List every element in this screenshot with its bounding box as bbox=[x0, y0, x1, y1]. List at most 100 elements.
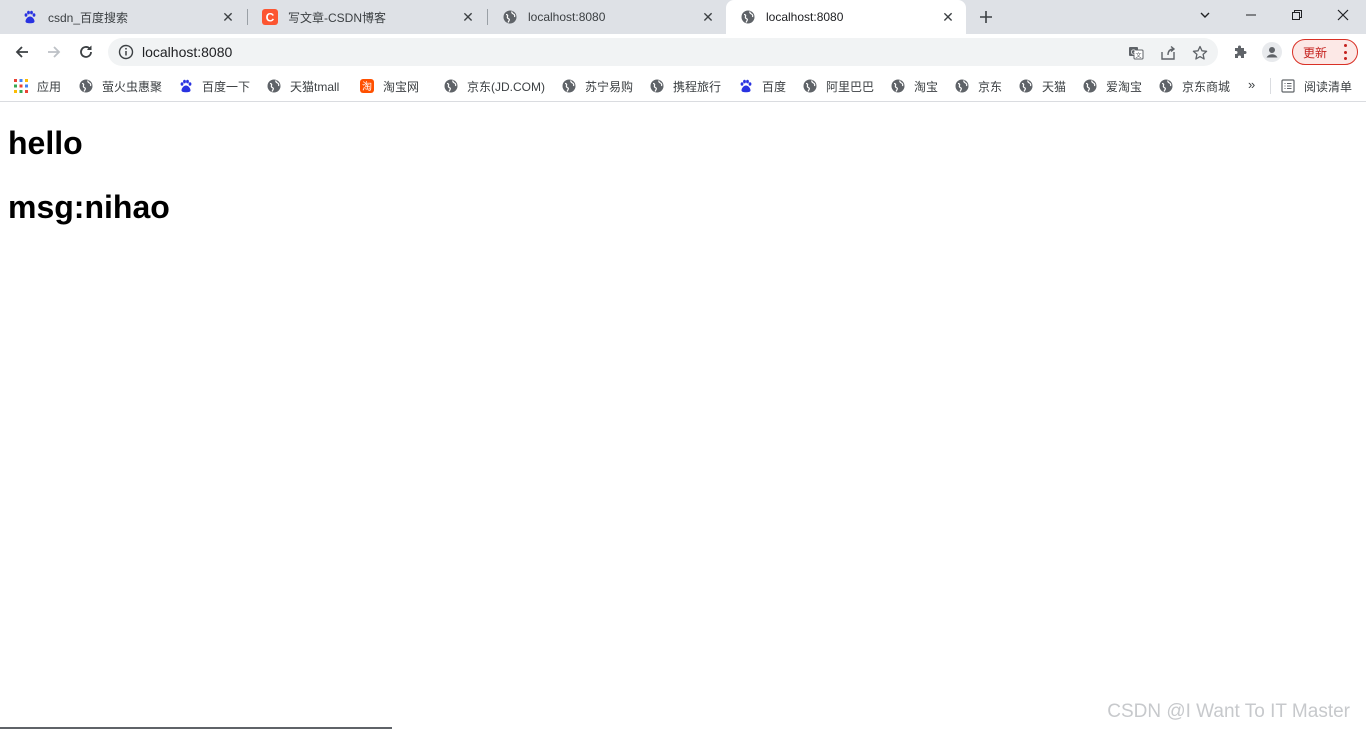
globe-icon bbox=[562, 79, 576, 93]
bookmark-label: 苏宁易购 bbox=[585, 79, 634, 94]
forward-button[interactable] bbox=[40, 38, 68, 66]
tab-strip: csdn_百度搜索 ✕ C 写文章-CSDN博客 ✕ localhost:808… bbox=[0, 0, 1366, 34]
minimize-icon bbox=[1246, 14, 1256, 16]
bookmarks-divider bbox=[1270, 78, 1271, 94]
close-tab-icon[interactable]: ✕ bbox=[460, 9, 476, 25]
bookmark-label: 应用 bbox=[37, 79, 62, 94]
globe-icon bbox=[502, 9, 518, 25]
bookmark-label: 京东商城 bbox=[1182, 79, 1231, 94]
address-bar[interactable]: localhost:8080 G文 bbox=[108, 38, 1218, 66]
globe-icon bbox=[1019, 79, 1033, 93]
minimize-button[interactable] bbox=[1228, 0, 1274, 30]
tab-title: localhost:8080 bbox=[766, 10, 844, 24]
bookmark-item[interactable]: 携程旅行 bbox=[650, 77, 721, 95]
bookmark-item[interactable]: 京东商城 bbox=[1159, 77, 1230, 95]
profile-avatar-icon[interactable] bbox=[1262, 42, 1282, 62]
globe-icon bbox=[1159, 79, 1173, 93]
bookmark-label: 百度一下 bbox=[202, 79, 251, 94]
restore-button[interactable] bbox=[1274, 0, 1320, 30]
site-info-icon[interactable] bbox=[118, 44, 134, 60]
csdn-logo-icon: C bbox=[262, 9, 278, 25]
bookmark-item[interactable]: 天猫tmall bbox=[267, 77, 339, 95]
bookmark-label: 阿里巴巴 bbox=[826, 79, 875, 94]
close-tab-icon[interactable]: ✕ bbox=[940, 9, 956, 25]
reload-icon bbox=[80, 45, 92, 58]
globe-icon bbox=[267, 79, 281, 93]
globe-icon bbox=[444, 79, 458, 93]
bookmarks-bar: 应用 萤火虫惠聚 百度一下 天猫tmall 淘 淘宝网 京东(JD.COM) 苏… bbox=[0, 70, 1366, 102]
baidu-paw-icon bbox=[22, 9, 38, 25]
tab-localhost-1[interactable]: localhost:8080 ✕ bbox=[488, 0, 726, 34]
close-tab-icon[interactable]: ✕ bbox=[700, 9, 716, 25]
bookmark-label: 天猫tmall bbox=[290, 79, 340, 94]
apps-grid-icon bbox=[14, 79, 28, 93]
svg-text:淘: 淘 bbox=[362, 80, 372, 93]
bookmark-label: 萤火虫惠聚 bbox=[102, 79, 163, 94]
globe-icon bbox=[803, 79, 817, 93]
browser-toolbar: localhost:8080 G文 更新 bbox=[0, 34, 1366, 70]
bookmark-label: 淘宝 bbox=[914, 79, 939, 94]
arrow-left-icon bbox=[15, 46, 28, 58]
reload-button[interactable] bbox=[72, 38, 100, 66]
close-window-button[interactable] bbox=[1320, 0, 1366, 30]
bookmark-item[interactable]: 京东(JD.COM) bbox=[444, 77, 545, 95]
bookmark-apps[interactable]: 应用 bbox=[14, 77, 61, 95]
globe-icon bbox=[740, 9, 756, 25]
arrow-right-icon bbox=[48, 46, 61, 58]
tab-csdn-write-article[interactable]: C 写文章-CSDN博客 ✕ bbox=[248, 0, 486, 34]
update-label: 更新 bbox=[1303, 45, 1328, 60]
tab-search-button[interactable] bbox=[1182, 0, 1228, 30]
bookmark-label: 携程旅行 bbox=[673, 79, 722, 94]
translate-icon[interactable]: G文 bbox=[1127, 44, 1145, 62]
share-icon[interactable] bbox=[1159, 44, 1177, 62]
bookmark-label: 京东(JD.COM) bbox=[467, 79, 545, 94]
globe-icon bbox=[891, 79, 905, 93]
taobao-icon: 淘 bbox=[360, 79, 374, 93]
reading-list-label: 阅读清单 bbox=[1304, 79, 1353, 94]
globe-icon bbox=[650, 79, 664, 93]
svg-text:C: C bbox=[266, 11, 275, 25]
bookmark-label: 爱淘宝 bbox=[1106, 79, 1143, 94]
csdn-watermark: CSDN @I Want To IT Master bbox=[1107, 701, 1350, 722]
tab-localhost-active[interactable]: localhost:8080 ✕ bbox=[726, 0, 966, 34]
page-heading-msg: msg:nihao bbox=[8, 189, 170, 225]
bookmark-star-icon[interactable] bbox=[1191, 44, 1209, 62]
bookmark-item[interactable]: 萤火虫惠聚 bbox=[79, 77, 162, 95]
page-heading-hello: hello bbox=[8, 125, 83, 161]
baidu-paw-icon bbox=[179, 79, 193, 93]
restore-icon bbox=[1292, 10, 1302, 20]
bookmark-item[interactable]: 百度 bbox=[739, 77, 786, 95]
bookmark-item[interactable]: 爱淘宝 bbox=[1083, 77, 1142, 95]
globe-icon bbox=[79, 79, 93, 93]
bookmark-label: 京东 bbox=[978, 79, 1003, 94]
tab-title: csdn_百度搜索 bbox=[48, 10, 129, 25]
update-button[interactable]: 更新 bbox=[1292, 39, 1358, 65]
bookmark-item[interactable]: 天猫 bbox=[1019, 77, 1066, 95]
tab-csdn-baidu-search[interactable]: csdn_百度搜索 ✕ bbox=[8, 0, 246, 34]
bookmark-label: 淘宝网 bbox=[383, 79, 420, 94]
back-button[interactable] bbox=[8, 38, 36, 66]
new-tab-button[interactable] bbox=[976, 7, 996, 27]
extensions-puzzle-icon[interactable] bbox=[1230, 42, 1250, 62]
url-text: localhost:8080 bbox=[142, 44, 233, 60]
bookmark-label: 天猫 bbox=[1042, 79, 1067, 94]
bookmark-item[interactable]: 京东 bbox=[955, 77, 1002, 95]
more-bookmarks-button[interactable]: » bbox=[1248, 77, 1255, 92]
globe-icon bbox=[955, 79, 969, 93]
baidu-paw-icon bbox=[739, 79, 753, 93]
tab-title: localhost:8080 bbox=[528, 10, 606, 24]
bookmark-item[interactable]: 淘宝 bbox=[891, 77, 938, 95]
bookmark-item[interactable]: 阿里巴巴 bbox=[803, 77, 874, 95]
bookmark-item[interactable]: 苏宁易购 bbox=[562, 77, 633, 95]
bookmark-item[interactable]: 淘 淘宝网 bbox=[360, 77, 419, 95]
svg-text:文: 文 bbox=[1135, 52, 1141, 60]
menu-dots-icon bbox=[1343, 44, 1347, 60]
bookmark-item[interactable]: 百度一下 bbox=[179, 77, 250, 95]
close-icon bbox=[1337, 9, 1349, 21]
reading-list-icon bbox=[1281, 79, 1295, 93]
chevron-down-icon bbox=[1200, 12, 1210, 18]
reading-list-button[interactable]: 阅读清单 bbox=[1281, 77, 1352, 95]
tab-title: 写文章-CSDN博客 bbox=[288, 10, 386, 25]
close-tab-icon[interactable]: ✕ bbox=[220, 9, 236, 25]
bookmark-label: 百度 bbox=[762, 79, 787, 94]
